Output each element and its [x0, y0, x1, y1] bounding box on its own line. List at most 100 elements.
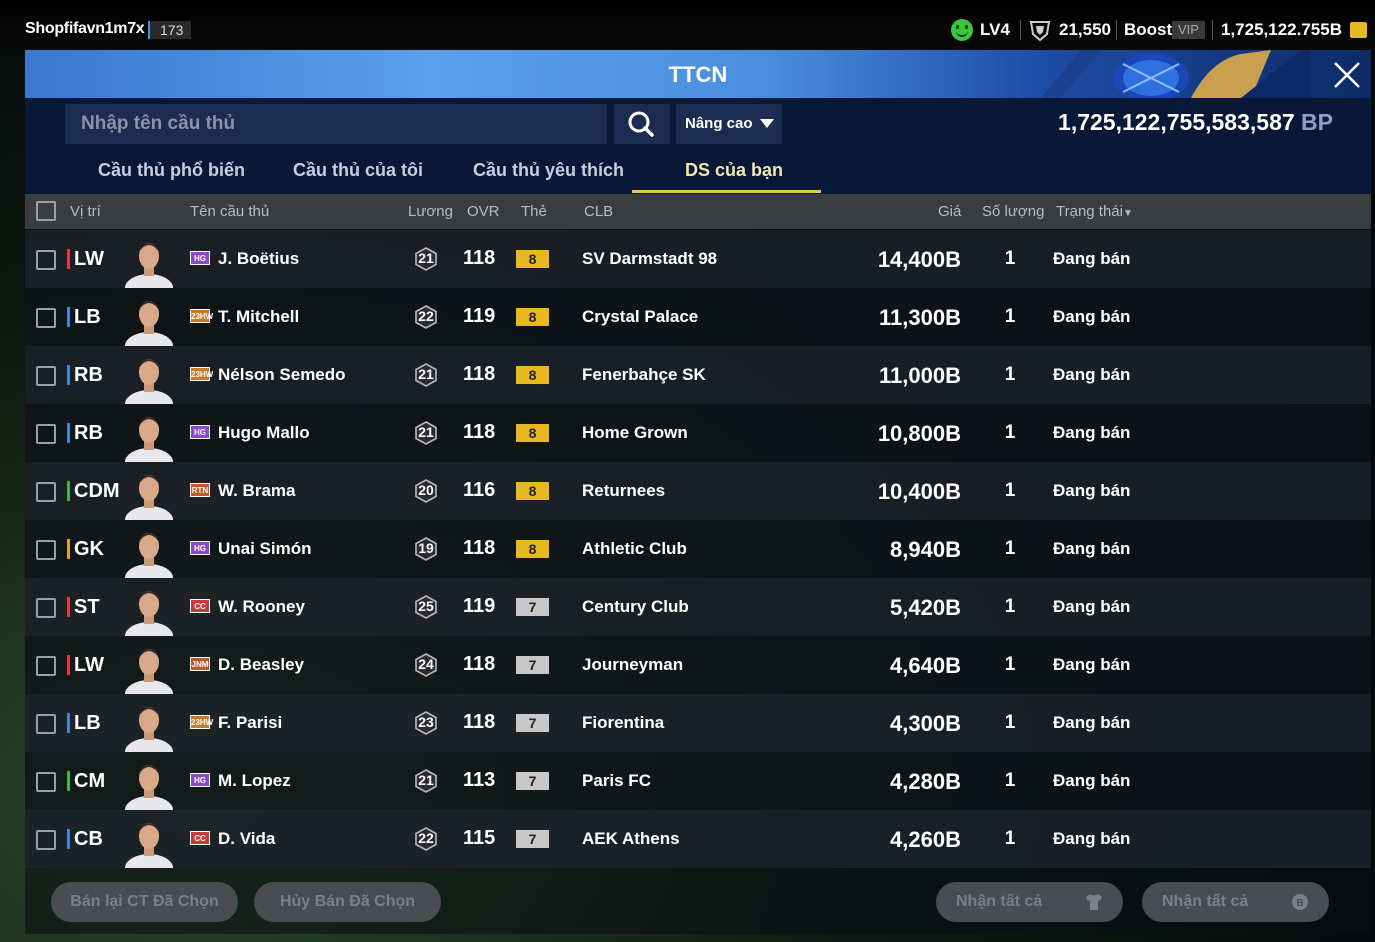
wage-value: 21	[418, 424, 434, 440]
table-row[interactable]: CDM RTN W. Brama 20 116 8 Returnees 10,400B 1 Đan…	[25, 462, 1371, 520]
listing-status: Đang bán	[1053, 249, 1131, 268]
search-button[interactable]	[614, 104, 670, 144]
table-row[interactable]: CM HG M. Lopez 21 113 7 Paris FC 4,280B 1 Đang bá…	[25, 752, 1371, 810]
player-name[interactable]: J. Boëtius	[218, 249, 299, 269]
row-checkbox[interactable]	[36, 540, 56, 560]
wage-value: 22	[418, 830, 434, 846]
column-club[interactable]: CLB	[584, 203, 613, 220]
column-price[interactable]: Giá	[938, 203, 961, 220]
close-icon[interactable]	[1330, 58, 1364, 92]
player-name[interactable]: D. Beasley	[218, 655, 304, 675]
tab-my-players[interactable]: Cầu thủ của tôi	[293, 160, 423, 181]
row-checkbox[interactable]	[36, 772, 56, 792]
claim-all-shirts-button[interactable]: Nhận tất cả	[936, 882, 1123, 922]
column-quantity[interactable]: Số lượng	[982, 203, 1044, 220]
season-badge: HG	[190, 541, 210, 555]
table-row[interactable]: GK HG Unai Simón 19 118 8 Athletic Club 8,940B 1…	[25, 520, 1371, 578]
table-row[interactable]: LB 23HW F. Parisi 23 118 7 Fiorentina 4,300B 1 Đa…	[25, 694, 1371, 752]
upgrade-grade-badge: 8	[516, 366, 549, 384]
player-position: RB	[67, 422, 103, 444]
row-checkbox[interactable]	[36, 598, 56, 618]
coin-balance: 1,725,122.755B	[1221, 20, 1342, 39]
bp-balance: 1,725,122,755,583,587 BP	[1058, 109, 1333, 136]
player-name[interactable]: D. Vida	[218, 829, 275, 849]
column-status[interactable]: Trạng thái▼	[1056, 203, 1133, 220]
resell-selected-button[interactable]: Bán lại CT Đã Chọn	[51, 882, 238, 922]
listing-status: Đang bán	[1053, 713, 1131, 732]
trophy-count: 21,550	[1059, 20, 1111, 39]
row-checkbox[interactable]	[36, 250, 56, 270]
column-wage[interactable]: Lương	[408, 203, 453, 220]
player-name[interactable]: Unai Simón	[218, 539, 312, 559]
sort-down-icon: ▼	[1122, 208, 1133, 219]
player-name[interactable]: Hugo Mallo	[218, 423, 310, 443]
table-row[interactable]: LW JNM D. Beasley 24 118 7 Journeyman 4,640B 1 Đa…	[25, 636, 1371, 694]
select-all-checkbox[interactable]	[36, 201, 56, 221]
bp-unit: BP	[1301, 109, 1333, 135]
player-ovr: 119	[463, 595, 496, 617]
player-name[interactable]: W. Brama	[218, 481, 295, 501]
cancel-selected-button[interactable]: Hủy Bán Đã Chọn	[254, 882, 441, 922]
wage-badge: 23	[414, 711, 438, 735]
row-checkbox[interactable]	[36, 366, 56, 386]
user-level-badge: 173	[148, 21, 192, 39]
divider	[1212, 20, 1213, 40]
season-badge: JNM	[190, 657, 210, 671]
listing-price: 4,640B	[890, 653, 961, 678]
table-row[interactable]: LW HG J. Boëtius 21 118 8 SV Darmstadt 98 14,40…	[25, 230, 1371, 288]
listing-quantity: 1	[1004, 596, 1016, 617]
player-name[interactable]: F. Parisi	[218, 713, 282, 733]
player-ovr: 118	[463, 653, 496, 675]
smiley-icon	[951, 19, 973, 41]
player-ovr: 118	[463, 421, 496, 443]
player-name[interactable]: T. Mitchell	[218, 307, 299, 327]
column-position[interactable]: Vị trí	[70, 203, 101, 220]
tab-favorite-players[interactable]: Cầu thủ yêu thích	[473, 160, 624, 181]
club-name: Century Club	[582, 597, 689, 616]
player-avatar	[123, 234, 175, 288]
claim-all-label: Nhận tất cả	[1162, 893, 1249, 910]
player-position: LW	[67, 654, 104, 676]
listing-status: Đang bán	[1053, 423, 1131, 442]
tab-your-listings[interactable]: DS của bạn	[685, 160, 783, 181]
cancel-selected-label: Hủy Bán Đã Chọn	[279, 893, 416, 910]
table-row[interactable]: CB CC D. Vida 22 115 7 AEK Athens 4,260B 1 Đang b…	[25, 810, 1371, 868]
row-checkbox[interactable]	[36, 830, 56, 850]
row-checkbox[interactable]	[36, 308, 56, 328]
listing-status: Đang bán	[1053, 307, 1131, 326]
table-row[interactable]: ST CC W. Rooney 25 119 7 Century Club 5,420B 1 Đa…	[25, 578, 1371, 636]
player-name[interactable]: M. Lopez	[218, 771, 291, 791]
table-row[interactable]: RB HG Hugo Mallo 21 118 8 Home Grown 10,800B 1 Đa…	[25, 404, 1371, 462]
wage-badge: 19	[414, 537, 438, 561]
vip-badge[interactable]: VIP	[1172, 21, 1205, 39]
table-row[interactable]: LB 23HW T. Mitchell 22 119 8 Crystal Palace 11,…	[25, 288, 1371, 346]
player-position: LB	[67, 306, 101, 328]
row-checkbox[interactable]	[36, 424, 56, 444]
row-checkbox[interactable]	[36, 714, 56, 734]
table-row[interactable]: RB 23HW Nélson Semedo 21 118 8 Fenerbahçe SK 11…	[25, 346, 1371, 404]
wage-value: 24	[418, 656, 434, 672]
window-title: TTCN	[668, 62, 728, 87]
row-checkbox[interactable]	[36, 482, 56, 502]
username[interactable]: Shopfifavn1m7x	[25, 20, 145, 38]
season-badge: RTN	[190, 483, 210, 497]
upgrade-grade-badge: 8	[516, 482, 549, 500]
upgrade-grade-badge: 7	[516, 772, 549, 790]
divider	[1020, 20, 1021, 40]
listing-quantity: 1	[1004, 828, 1016, 849]
listing-quantity: 1	[1004, 364, 1016, 385]
player-avatar	[123, 466, 175, 520]
player-name[interactable]: Nélson Semedo	[218, 365, 346, 385]
season-badge: 23HW	[190, 367, 213, 381]
tab-popular-players[interactable]: Cầu thủ phổ biến	[98, 160, 245, 181]
player-name[interactable]: W. Rooney	[218, 597, 305, 617]
column-player-name[interactable]: Tên cầu thủ	[190, 203, 269, 220]
column-ovr[interactable]: OVR	[467, 203, 500, 220]
boost-label[interactable]: Boost	[1124, 20, 1172, 40]
player-search-input[interactable]	[65, 104, 607, 144]
claim-all-bp-button[interactable]: Nhận tất cả B	[1142, 882, 1329, 922]
advanced-filter-dropdown[interactable]: Nâng cao	[676, 104, 782, 144]
column-grade[interactable]: Thẻ	[521, 203, 547, 220]
row-checkbox[interactable]	[36, 656, 56, 676]
svg-text:B: B	[1296, 898, 1303, 909]
